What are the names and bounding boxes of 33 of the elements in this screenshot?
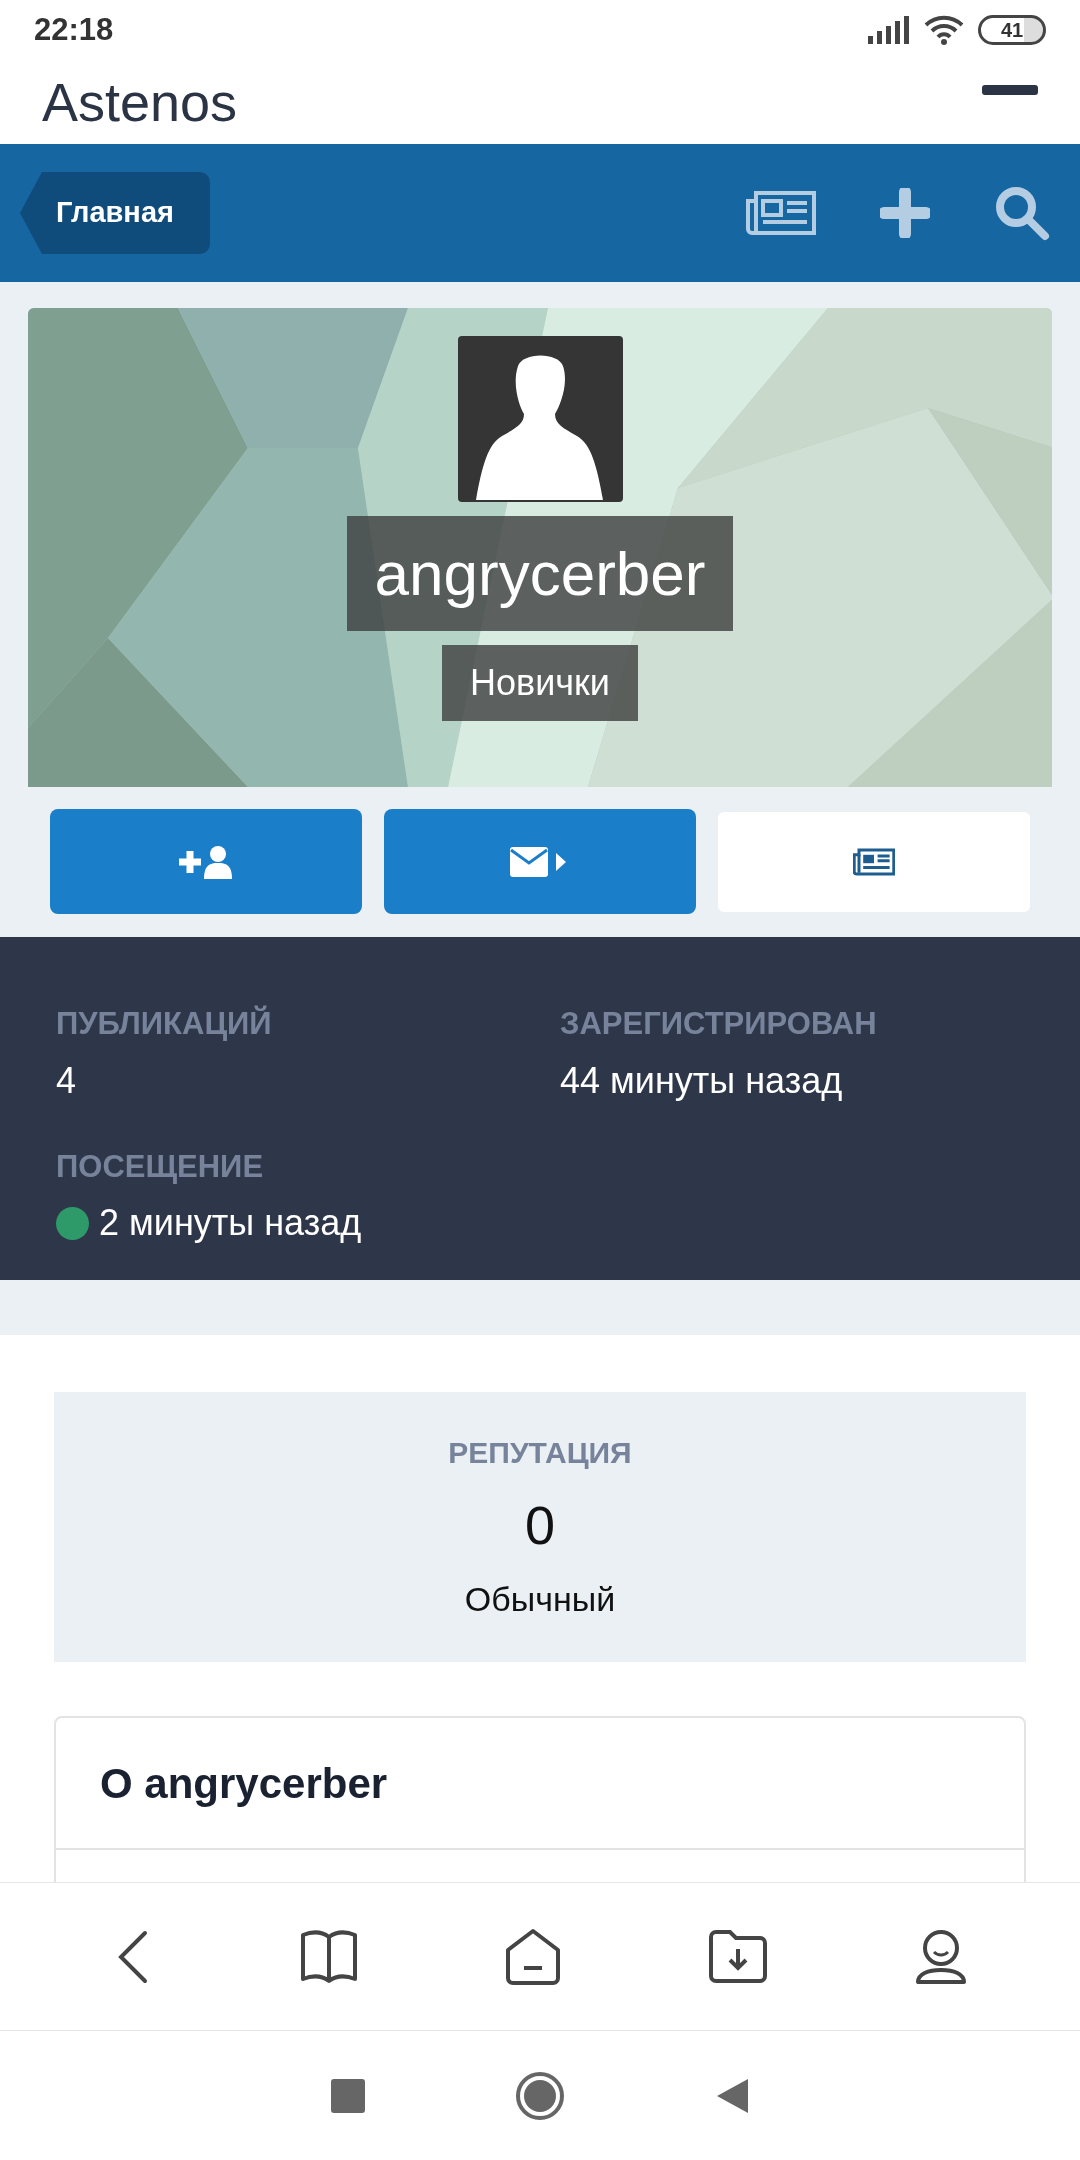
stat-label: ЗАРЕГИСТРИРОВАН <box>560 1005 878 1043</box>
stat-value: 44 минуты назад <box>560 1058 843 1103</box>
home-icon[interactable] <box>503 1927 562 1986</box>
menu-icon[interactable] <box>982 85 1038 97</box>
stat-value: 2 минуты назад <box>99 1201 362 1245</box>
message-button[interactable] <box>384 809 696 914</box>
reputation-label: РЕПУТАЦИЯ <box>448 1435 632 1471</box>
recents-icon[interactable] <box>331 2078 365 2113</box>
stat-label: ПОСЕЩЕНИЕ <box>56 1147 265 1186</box>
plus-icon[interactable] <box>880 188 930 238</box>
download-folder-icon[interactable] <box>708 1928 769 1985</box>
back-icon[interactable] <box>715 2076 749 2115</box>
stat-label: ПУБЛИКАЦИЙ <box>56 1004 273 1043</box>
profile-icon[interactable] <box>914 1927 967 1986</box>
reputation-description: Обычный <box>464 1579 616 1620</box>
status-time: 22:18 <box>34 10 114 49</box>
username: angrycerber <box>346 516 734 631</box>
site-logo[interactable]: Astenos <box>42 67 238 137</box>
newspaper-icon <box>853 846 895 877</box>
rank-badge: Новички <box>442 645 638 721</box>
battery-level: 41 <box>1000 20 1024 40</box>
signal-icon <box>868 16 910 44</box>
book-icon[interactable] <box>299 1928 358 1985</box>
add-user-icon <box>178 844 234 879</box>
search-icon[interactable] <box>994 185 1050 241</box>
about-title: О angrycerber <box>100 1758 388 1809</box>
reputation-value: 0 <box>524 1494 555 1557</box>
wifi-icon <box>924 15 964 45</box>
home-icon[interactable] <box>515 2070 565 2121</box>
stat-value: 4 <box>56 1058 77 1103</box>
follow-button[interactable] <box>50 809 362 914</box>
breadcrumb-link[interactable]: Главная <box>20 172 210 254</box>
newspaper-icon[interactable] <box>746 189 816 237</box>
